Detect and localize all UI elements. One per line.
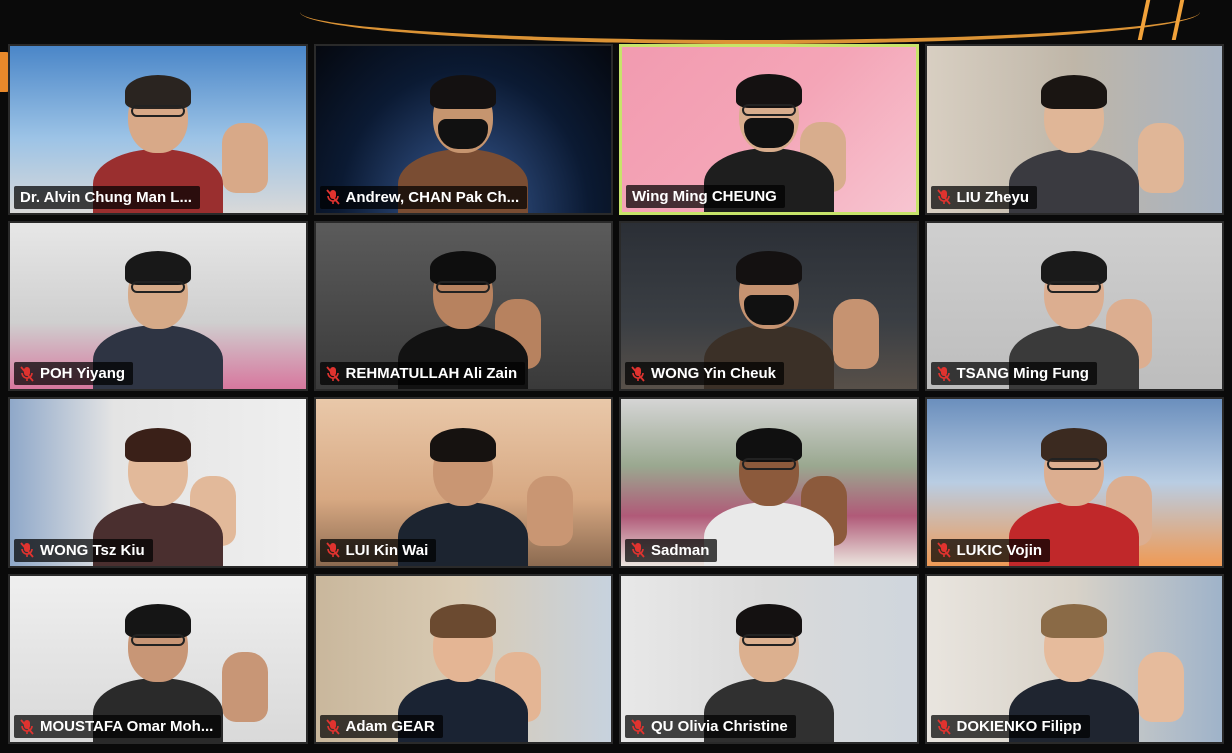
participant-glasses [1047,457,1102,470]
participant-hair [430,74,497,109]
participant-name: DOKIENKO Filipp [956,718,1082,735]
participant-glasses [436,281,491,293]
participant-name-label: Adam GEAR [319,715,443,738]
participant-tile-3[interactable]: Wing Ming CHEUNG [619,44,919,215]
participant-name-label: LUI Kin Wai [319,538,437,562]
participant-hair [430,251,497,285]
mic-off-icon [325,189,340,205]
mic-off-icon [936,189,951,205]
participant-tile-1[interactable]: Dr. Alvin Chung Man L... [8,44,308,215]
participant-name-label: Sadman [625,538,718,562]
participant-name-label: POH Yiyang [14,362,134,385]
mic-off-icon [631,542,645,558]
participant-hair [1041,604,1108,638]
participant-mask [743,295,794,325]
participant-name-label: Dr. Alvin Chung Man L... [14,185,200,209]
participant-name: REHMATULLAH Ali Zain [345,365,518,382]
participant-hair [735,251,802,285]
participant-hair [430,427,497,462]
participant-tile-5[interactable]: POH Yiyang [8,220,308,391]
participant-tile-2[interactable]: Andrew, CHAN Pak Ch... [313,44,613,215]
participant-name-label: LIU Zheyu [930,185,1038,209]
participant-name-label: REHMATULLAH Ali Zain [319,362,526,385]
participant-glasses [741,103,796,116]
participant-name-label: Andrew, CHAN Pak Ch... [319,185,528,209]
participant-hair [1041,74,1108,109]
participant-name-label: QU Olivia Christine [625,715,796,738]
mic-off-icon [20,365,34,382]
mic-off-icon [936,542,951,558]
participant-hair [124,427,191,462]
mic-off-icon [20,542,34,558]
participant-glasses [741,634,796,646]
participant-tile-11[interactable]: Sadman [619,397,919,568]
participant-hair [1041,427,1108,462]
participant-name: POH Yiyang [40,365,126,382]
participant-name: WONG Yin Cheuk [651,365,777,382]
participant-tile-8[interactable]: TSANG Ming Fung [924,220,1224,391]
mic-off-icon [936,718,951,735]
participant-hair [735,73,802,108]
participant-glasses [1047,281,1102,293]
participant-hair [735,427,802,462]
participant-name-label: MOUSTAFA Omar Moh... [14,715,222,738]
mic-off-icon [631,718,645,735]
participant-mask [438,118,489,149]
mic-off-icon [325,718,340,735]
participant-hair [124,251,191,285]
participant-tile-12[interactable]: LUKIC Vojin [924,397,1224,568]
participant-mask [743,117,794,148]
participant-tile-16[interactable]: DOKIENKO Filipp [924,573,1224,744]
participant-hair [430,604,497,638]
participant-name: Sadman [651,541,710,559]
participant-tile-15[interactable]: QU Olivia Christine [619,573,919,744]
gallery-view: Dr. Alvin Chung Man L... Andrew, CHAN Pa… [8,44,1224,744]
participant-name: LUI Kin Wai [345,541,429,559]
participant-name: LUKIC Vojin [956,541,1043,559]
participant-tile-4[interactable]: LIU Zheyu [924,44,1224,215]
decorative-accent-right [1137,0,1185,40]
participant-name: LIU Zheyu [956,188,1030,206]
participant-name: WONG Tsz Kiu [40,541,145,559]
participant-name-label: DOKIENKO Filipp [930,715,1090,738]
participant-glasses [130,281,185,293]
mic-off-icon [20,718,34,735]
mic-off-icon [325,365,340,382]
participant-name: Wing Ming CHEUNG [632,187,777,205]
decorative-arc [300,0,1200,44]
participant-tile-7[interactable]: WONG Yin Cheuk [619,220,919,391]
participant-tile-13[interactable]: MOUSTAFA Omar Moh... [8,573,308,744]
participant-name-label: LUKIC Vojin [930,538,1051,562]
participant-name: MOUSTAFA Omar Moh... [40,718,214,735]
participant-name-label: Wing Ming CHEUNG [626,184,785,208]
participant-tile-6[interactable]: REHMATULLAH Ali Zain [313,220,613,391]
participant-body [703,501,834,566]
participant-glasses [130,104,185,117]
participant-name-label: WONG Tsz Kiu [14,538,153,562]
participant-tile-14[interactable]: Adam GEAR [313,573,613,744]
mic-off-icon [631,365,645,382]
participant-hair [1041,251,1108,285]
participant-tile-9[interactable]: WONG Tsz Kiu [8,397,308,568]
mic-off-icon [936,365,951,382]
participant-hair [124,604,191,638]
participant-name-label: TSANG Ming Fung [930,362,1097,385]
participant-glasses [741,457,796,470]
participant-hair [735,604,802,638]
participant-name: Dr. Alvin Chung Man L... [20,188,192,206]
participant-glasses [130,634,185,646]
participant-name: TSANG Ming Fung [956,365,1089,382]
participant-name: QU Olivia Christine [651,718,788,735]
video-call-window: Dr. Alvin Chung Man L... Andrew, CHAN Pa… [0,0,1232,753]
participant-hair [124,74,191,109]
mic-off-icon [325,542,340,558]
participant-tile-10[interactable]: LUI Kin Wai [313,397,613,568]
participant-name: Andrew, CHAN Pak Ch... [345,188,520,206]
participant-name: Adam GEAR [345,718,435,735]
participant-name-label: WONG Yin Cheuk [625,362,785,385]
